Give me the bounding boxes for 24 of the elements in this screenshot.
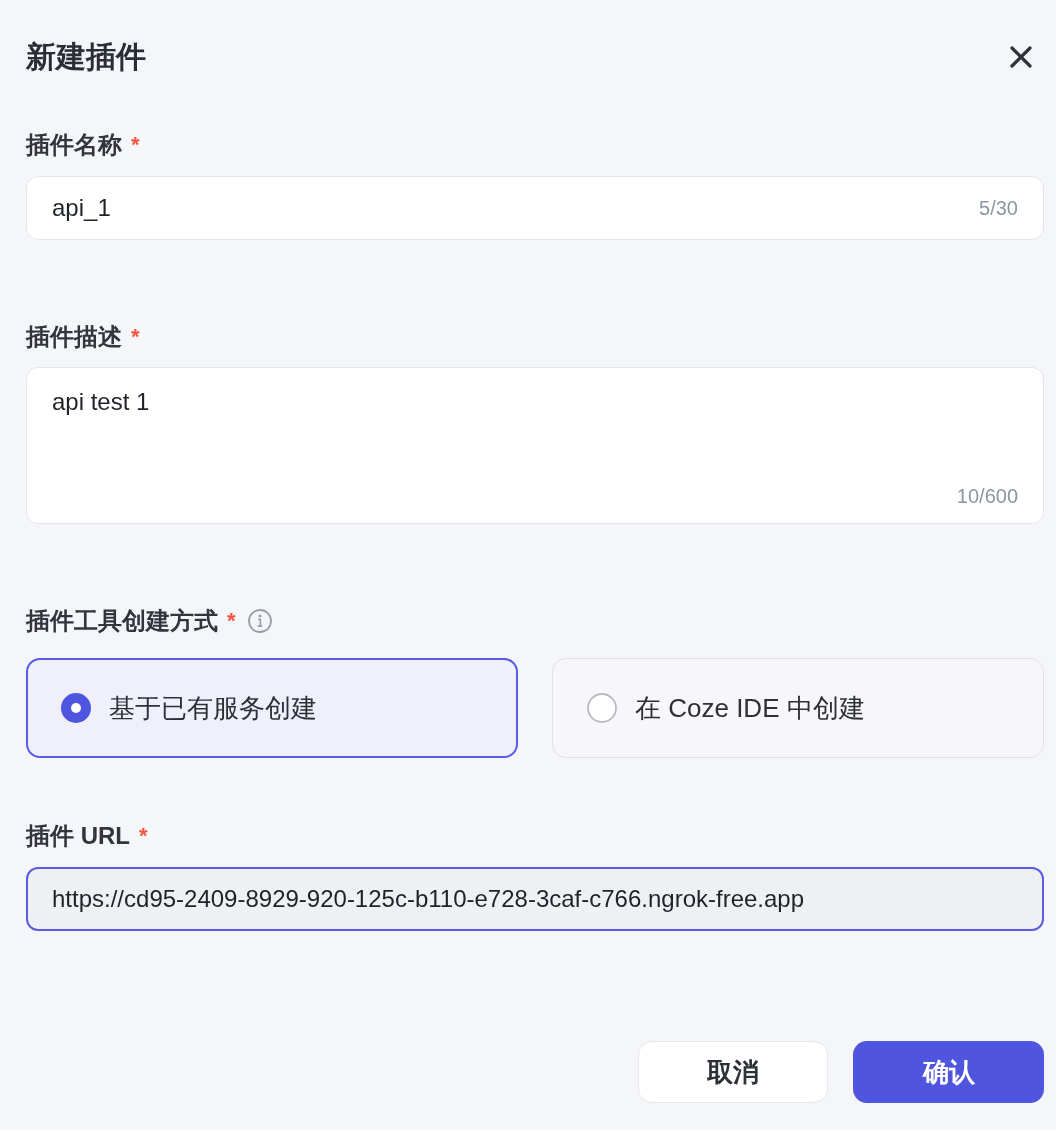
- field-value: api test 1: [52, 387, 151, 417]
- required-mark: *: [131, 134, 140, 156]
- text-input[interactable]: https://cd95-2409-8929-920-125c-b110-e728-3caf-c766.ngrok-free.app: [26, 867, 1044, 931]
- char-counter: 10/600: [956, 484, 1018, 509]
- option-card[interactable]: 基于已有服务创建: [26, 658, 518, 758]
- field-label: 插件 URL: [26, 821, 130, 851]
- required-mark: *: [139, 825, 148, 847]
- field-label: 插件工具创建方式: [26, 606, 218, 636]
- required-mark: *: [227, 610, 236, 632]
- textarea-field[interactable]: api test 1 10/600: [26, 367, 1044, 524]
- confirm-button[interactable]: 确认: [853, 1041, 1044, 1103]
- option-card[interactable]: 在 Coze IDE 中创建: [552, 658, 1044, 758]
- radio-icon[interactable]: [587, 693, 617, 723]
- cancel-button[interactable]: 取消: [638, 1041, 828, 1103]
- dialog-title: 新建插件: [26, 39, 146, 75]
- field-value: https://cd95-2409-8929-920-125c-b110-e728-3caf-c766.ngrok-free.app: [52, 884, 805, 914]
- close-icon: [1010, 46, 1032, 68]
- required-mark: *: [131, 326, 140, 348]
- field-label: 插件描述: [26, 322, 122, 352]
- radio-icon[interactable]: [61, 693, 91, 723]
- field-value: api_1: [52, 193, 111, 223]
- text-input[interactable]: api_1 5/30: [26, 176, 1044, 240]
- field-label: 插件名称: [26, 130, 122, 160]
- char-counter: 5/30: [979, 196, 1018, 221]
